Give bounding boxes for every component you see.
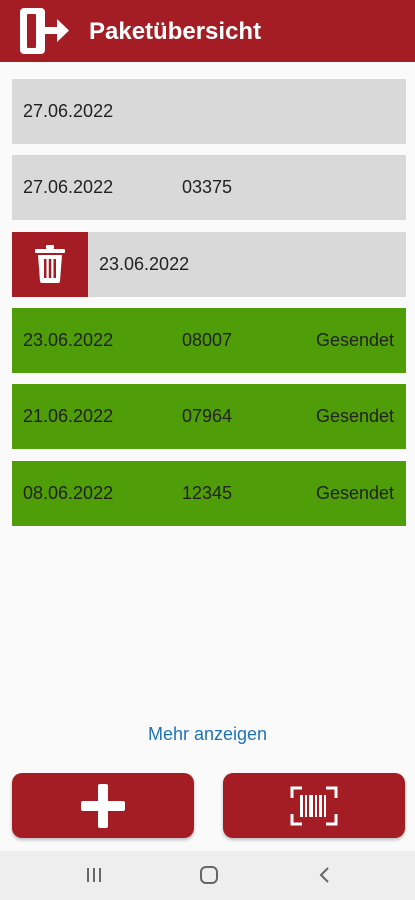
package-date: 23.06.2022 bbox=[99, 254, 190, 274]
scan-barcode-button[interactable] bbox=[223, 773, 405, 838]
back-button[interactable] bbox=[313, 863, 337, 887]
package-date: 27.06.2022 bbox=[23, 101, 114, 121]
package-row-swiped[interactable]: 23.06.2022 bbox=[12, 232, 406, 297]
logout-button[interactable] bbox=[18, 7, 70, 55]
package-status: Gesendet bbox=[315, 483, 394, 503]
barcode-scan-icon bbox=[290, 786, 338, 825]
package-date: 21.06.2022 bbox=[23, 406, 114, 426]
package-row[interactable]: 23.06.2022 08007 Gesendet bbox=[12, 308, 406, 373]
home-button[interactable] bbox=[197, 863, 221, 887]
logout-icon bbox=[20, 8, 69, 54]
recents-button[interactable] bbox=[82, 863, 106, 887]
home-icon bbox=[200, 866, 218, 884]
package-number: 12345 bbox=[182, 483, 233, 503]
delete-button[interactable] bbox=[12, 232, 88, 297]
package-date: 08.06.2022 bbox=[23, 483, 114, 503]
package-number: 07964 bbox=[182, 406, 233, 426]
package-number: 08007 bbox=[182, 330, 233, 350]
app-bar: Paketübersicht bbox=[0, 0, 415, 62]
plus-icon bbox=[81, 783, 125, 828]
package-status: Gesendet bbox=[315, 406, 394, 426]
system-nav-bar bbox=[0, 851, 415, 900]
package-number: 03375 bbox=[182, 177, 233, 197]
package-row[interactable]: 27.06.2022 03375 bbox=[12, 155, 406, 220]
back-icon bbox=[319, 867, 329, 883]
package-status: Gesendet bbox=[315, 330, 394, 350]
package-row[interactable]: 08.06.2022 12345 Gesendet bbox=[12, 461, 406, 526]
package-date: 27.06.2022 bbox=[23, 177, 114, 197]
show-more-link[interactable]: Mehr anzeigen bbox=[0, 722, 415, 746]
trash-icon bbox=[35, 245, 65, 283]
recents-icon bbox=[87, 868, 101, 882]
page-title: Paketübersicht bbox=[89, 18, 262, 45]
add-package-button[interactable] bbox=[12, 773, 194, 838]
package-row[interactable]: 21.06.2022 07964 Gesendet bbox=[12, 384, 406, 449]
package-date: 23.06.2022 bbox=[23, 330, 114, 350]
package-row[interactable]: 27.06.2022 bbox=[12, 79, 406, 144]
